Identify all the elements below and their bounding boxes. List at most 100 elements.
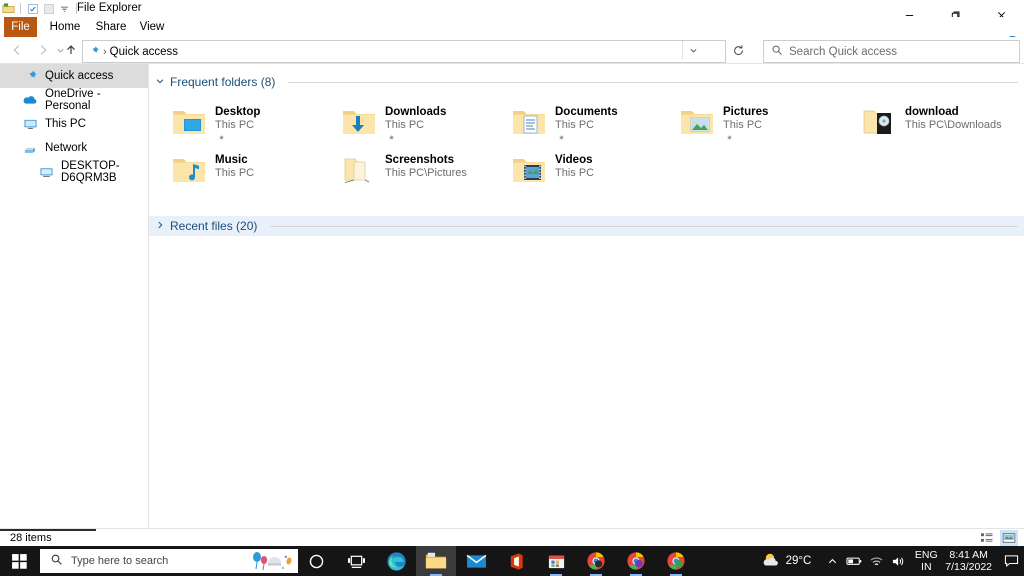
folder-item-music[interactable]: Music This PC: [171, 152, 336, 198]
sidebar-item-desktop-d6qrm3b[interactable]: DESKTOP-D6QRM3B: [0, 160, 148, 184]
folder-name: Screenshots: [385, 154, 455, 166]
properties-icon[interactable]: [26, 2, 39, 15]
chevron-right-icon[interactable]: [155, 219, 165, 233]
address-bar-row: › Quick access Search Quick access: [0, 37, 1024, 64]
back-button[interactable]: [4, 37, 30, 63]
battery-icon[interactable]: [843, 546, 865, 576]
cortana-icon[interactable]: [296, 546, 336, 576]
up-button[interactable]: [58, 37, 84, 63]
taskbar-app-icons: [296, 546, 696, 576]
folder-meta: download This PC\Downloads: [905, 104, 1002, 131]
chevron-up-icon[interactable]: [821, 546, 843, 576]
large-icons-view-button[interactable]: [1000, 530, 1018, 546]
search-illustration-icon: [250, 550, 294, 575]
address-dropdown-icon[interactable]: [682, 41, 703, 60]
action-center-icon[interactable]: [998, 546, 1024, 576]
tab-view[interactable]: View: [134, 17, 170, 37]
start-button[interactable]: [0, 546, 38, 576]
chrome-tv-app-icon[interactable]: [616, 546, 656, 576]
edge-icon[interactable]: [376, 546, 416, 576]
refresh-button[interactable]: [727, 40, 749, 61]
customize-toolbar-dropdown-icon[interactable]: [58, 2, 71, 15]
speaker-icon[interactable]: [887, 546, 909, 576]
weather-widget[interactable]: 29°C: [761, 551, 811, 572]
folder-item-videos[interactable]: Videos This PC: [511, 152, 676, 198]
explorer-icon[interactable]: [2, 2, 15, 15]
item-count-label: 28 items: [10, 532, 52, 544]
group-label: Recent files (20): [170, 219, 258, 233]
new-folder-icon[interactable]: [42, 2, 55, 15]
breadcrumb[interactable]: Quick access: [110, 46, 178, 58]
search-placeholder: Search Quick access: [789, 45, 898, 58]
chevron-down-icon[interactable]: [155, 75, 165, 89]
sidebar-label: DESKTOP-D6QRM3B: [61, 160, 120, 184]
sidebar-label: Quick access: [45, 70, 114, 82]
folder-empty-icon: [341, 154, 377, 188]
folder-music-icon: [171, 154, 207, 188]
taskbar-search-input[interactable]: Type here to search: [40, 549, 298, 573]
folder-name: download: [905, 106, 959, 118]
network-icon: [22, 140, 38, 156]
folder-item-downloads[interactable]: Downloads This PC: [341, 104, 506, 150]
system-tray: 29°C ENG IN 8:41 AM 7/13/2022: [761, 546, 1024, 576]
folder-item-pictures[interactable]: Pictures This PC: [679, 104, 844, 150]
office-icon[interactable]: [496, 546, 536, 576]
folder-name: Downloads: [385, 106, 447, 118]
folder-name: Pictures: [723, 106, 769, 118]
pin-icon: [22, 68, 38, 84]
taskbar-search-placeholder: Type here to search: [71, 555, 169, 567]
sidebar-item-network[interactable]: Network: [0, 136, 148, 160]
tab-home[interactable]: Home: [45, 17, 85, 37]
folder-item-desktop[interactable]: Desktop This PC: [171, 104, 336, 150]
clock[interactable]: 8:41 AM 7/13/2022: [945, 549, 992, 573]
folder-location: This PC: [215, 167, 255, 179]
folder-meta: Screenshots This PC\Pictures: [385, 152, 467, 179]
search-input[interactable]: Search Quick access: [763, 40, 1020, 63]
folder-item-download[interactable]: download This PC\Downloads: [861, 104, 1024, 150]
folder-item-screenshots[interactable]: Screenshots This PC\Pictures: [341, 152, 506, 198]
group-label: Frequent folders (8): [170, 75, 276, 89]
language-line-1: ENG: [914, 549, 938, 561]
language-indicator[interactable]: ENG IN: [911, 549, 941, 573]
sidebar-label: Network: [45, 142, 88, 154]
pinned-icon: [723, 133, 768, 147]
folder-location: This PC\Downloads: [905, 119, 1002, 131]
computer-icon: [38, 164, 54, 180]
tab-file[interactable]: File: [4, 17, 37, 37]
sidebar-label: OneDrive - Personal: [45, 88, 101, 112]
tab-share[interactable]: Share: [90, 17, 132, 37]
task-view-icon[interactable]: [336, 546, 376, 576]
sidebar-item-quick-access[interactable]: Quick access: [0, 64, 148, 88]
folder-downloads-icon: [341, 106, 377, 140]
toolbar-divider: [20, 3, 21, 14]
group-header-recent-files[interactable]: Recent files (20): [149, 216, 1024, 236]
group-header-frequent-folders[interactable]: Frequent folders (8): [149, 72, 1024, 92]
wifi-icon[interactable]: [865, 546, 887, 576]
folder-name: Videos: [555, 154, 593, 166]
address-input[interactable]: › Quick access: [82, 40, 726, 63]
search-icon: [50, 553, 63, 569]
folder-location: This PC: [723, 119, 763, 131]
microsoft-store-icon[interactable]: [536, 546, 576, 576]
folder-documents-icon: [511, 106, 547, 140]
sidebar-item-onedrive[interactable]: OneDrive - Personal: [0, 88, 148, 112]
details-view-button[interactable]: [978, 530, 996, 546]
chrome-p-app-icon[interactable]: [656, 546, 696, 576]
file-explorer-window: File Explorer File Home Share View › Qui…: [0, 0, 1024, 576]
folder-name: Desktop: [215, 106, 261, 118]
breadcrumb-separator: ›: [103, 45, 107, 58]
view-mode-buttons: [978, 530, 1018, 546]
status-accent: [0, 529, 96, 531]
navigation-pane: Quick access OneDrive - Personal This PC: [0, 64, 149, 528]
onedrive-cloud-icon: [22, 92, 38, 108]
folder-meta: Desktop This PC: [215, 104, 260, 147]
mail-icon[interactable]: [456, 546, 496, 576]
ribbon-tab-bar: File Home Share View ?: [0, 17, 1024, 51]
file-explorer-icon[interactable]: [416, 546, 456, 576]
folder-location: This PC: [555, 167, 595, 179]
divider: [288, 81, 1018, 83]
folder-item-documents[interactable]: Documents This PC: [511, 104, 676, 150]
sidebar-label: This PC: [45, 118, 86, 130]
chrome-app-icon[interactable]: [576, 546, 616, 576]
sidebar-item-this-pc[interactable]: This PC: [0, 112, 148, 136]
